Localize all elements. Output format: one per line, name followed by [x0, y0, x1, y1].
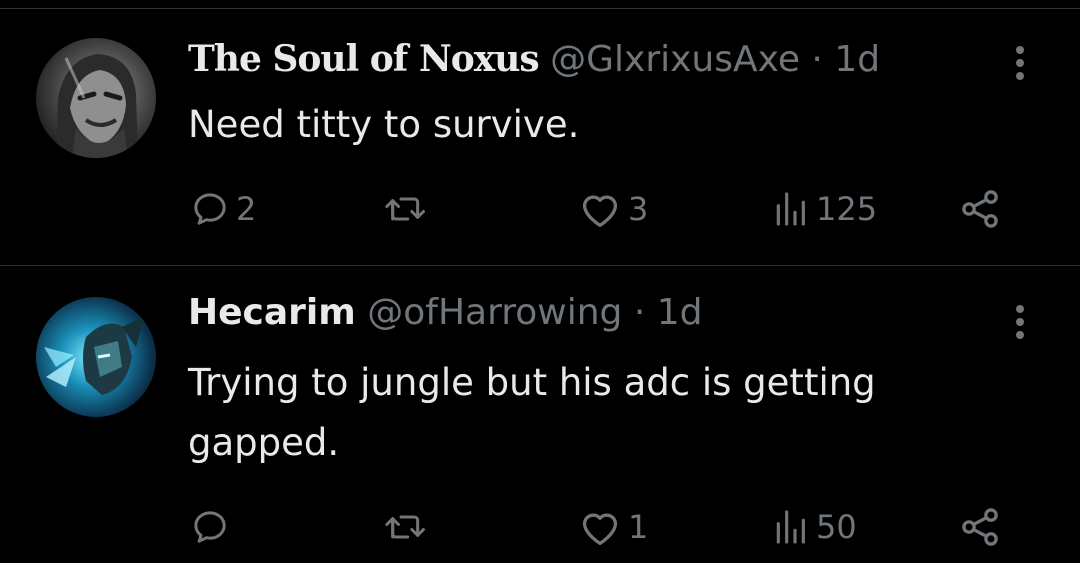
more-options-button[interactable]: [1004, 298, 1036, 346]
reply-icon: [194, 193, 226, 225]
more-vertical-icon: [1016, 305, 1024, 339]
like-count: 3: [628, 190, 649, 228]
reply-count: 2: [236, 190, 257, 228]
views-button[interactable]: 50: [770, 503, 857, 551]
tweet[interactable]: The Soul of Noxus @GlxrixusAxe · 1d Need…: [0, 9, 1080, 265]
tweet[interactable]: Hecarim @ofHarrowing · 1d Trying to jung…: [0, 266, 1080, 563]
retweet-icon: [385, 515, 425, 539]
heart-icon: [582, 513, 618, 545]
handle[interactable]: @ofHarrowing: [367, 292, 622, 333]
action-bar: 2 3 125: [0, 185, 1080, 233]
display-name[interactable]: The Soul of Noxus: [188, 38, 540, 80]
views-chart-icon: [776, 192, 805, 226]
reply-icon: [194, 511, 226, 543]
share-button[interactable]: [958, 503, 1002, 551]
tweet-text: Need titty to survive.: [188, 103, 580, 146]
share-icon: [962, 508, 998, 546]
top-divider: [0, 0, 1080, 9]
avatar[interactable]: [36, 38, 156, 158]
views-chart-icon: [776, 510, 805, 544]
timestamp[interactable]: 1d: [657, 292, 703, 333]
views-count: 50: [816, 508, 857, 546]
like-button[interactable]: 1: [578, 503, 648, 551]
reply-button[interactable]: [190, 503, 236, 551]
tweet-text: Trying to jungle but his adc is getting …: [188, 361, 876, 464]
views-button[interactable]: 125: [770, 185, 877, 233]
tweet-header: The Soul of Noxus @GlxrixusAxe · 1d: [188, 37, 880, 82]
retweet-icon: [385, 197, 425, 221]
retweet-button[interactable]: [382, 503, 436, 551]
more-vertical-icon: [1016, 46, 1024, 80]
handle[interactable]: @GlxrixusAxe: [550, 39, 800, 80]
like-button[interactable]: 3: [578, 185, 648, 233]
display-name[interactable]: Hecarim: [188, 292, 356, 333]
action-bar: 1 50: [0, 503, 1080, 551]
tweet-header: Hecarim @ofHarrowing · 1d: [188, 291, 703, 335]
timestamp[interactable]: 1d: [834, 39, 880, 80]
like-count: 1: [628, 508, 649, 546]
separator-dot: ·: [811, 39, 823, 80]
heart-icon: [582, 195, 618, 227]
reply-button[interactable]: 2: [190, 185, 256, 233]
share-icon: [962, 190, 998, 228]
retweet-button[interactable]: [382, 185, 436, 233]
noxus-avatar-icon: [36, 38, 156, 158]
hecarim-avatar-icon: [36, 297, 156, 417]
views-count: 125: [816, 190, 878, 228]
avatar[interactable]: [36, 297, 156, 417]
share-button[interactable]: [958, 185, 1002, 233]
more-options-button[interactable]: [1004, 39, 1036, 87]
separator-dot: ·: [633, 292, 646, 333]
